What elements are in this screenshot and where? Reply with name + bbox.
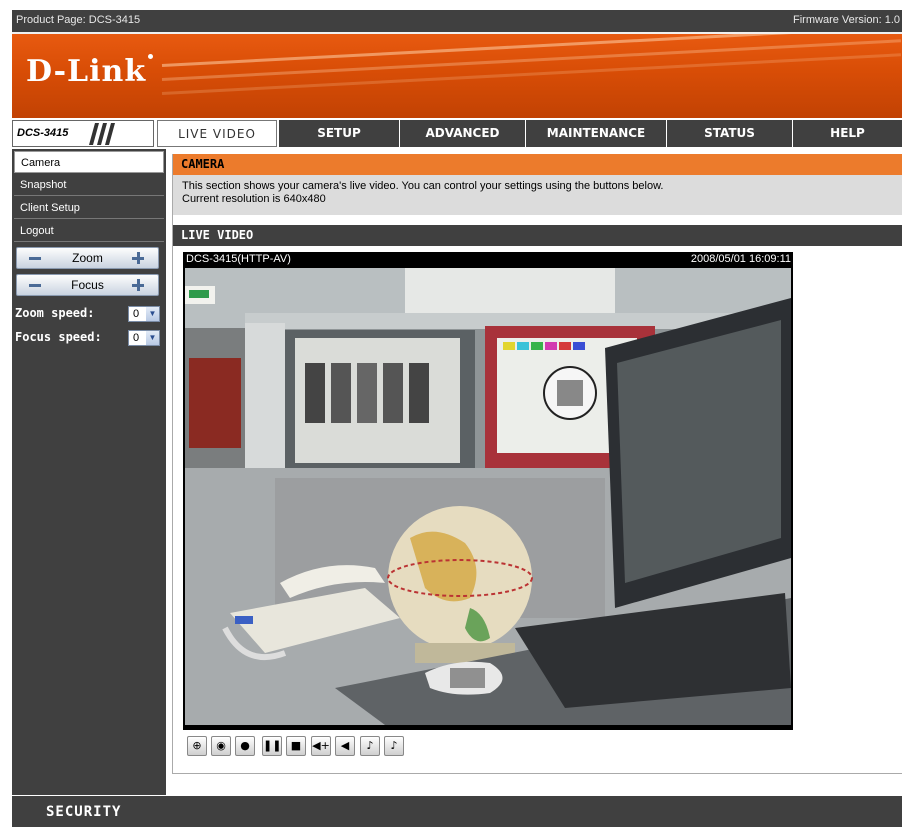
model-badge: DCS-3415	[12, 120, 154, 147]
live-video-title: LIVE VIDEO	[173, 225, 902, 246]
zoom-control: Zoom	[16, 247, 159, 269]
section-description: This section shows your camera's live vi…	[173, 175, 902, 215]
record-icon[interactable]: ●	[235, 736, 255, 756]
model-name: DCS-3415	[17, 127, 69, 139]
live-video-panel: DCS-3415(HTTP-AV) 2008/05/01 16:09:11	[183, 252, 793, 730]
tab-maintenance[interactable]: MAINTENANCE	[525, 120, 666, 147]
camera-scene-image	[185, 268, 791, 725]
video-source-label: DCS-3415(HTTP-AV)	[186, 253, 291, 265]
zoom-speed-select[interactable]: 0 ▼	[128, 306, 160, 322]
sidebar-item-snapshot[interactable]: Snapshot	[14, 174, 164, 196]
slash-bars-icon	[89, 123, 115, 145]
volume-up-icon[interactable]: ◀+	[311, 736, 331, 756]
tab-live-video[interactable]: LIVE VIDEO	[157, 120, 277, 147]
security-label: SECURITY	[46, 804, 122, 820]
description-text: This section shows your camera's live vi…	[182, 180, 664, 192]
tab-help[interactable]: HELP	[792, 120, 902, 147]
tab-advanced[interactable]: ADVANCED	[399, 120, 525, 147]
snapshot-icon[interactable]: ◉	[211, 736, 231, 756]
microphone-icon[interactable]: ♪	[360, 736, 380, 756]
focus-speed-select[interactable]: 0 ▼	[128, 330, 160, 346]
zoom-in-icon[interactable]: ⊕	[187, 736, 207, 756]
sidebar-item-logout[interactable]: Logout	[14, 220, 164, 242]
camera-section-title: CAMERA	[173, 154, 902, 175]
sidebar-item-camera[interactable]: Camera	[14, 151, 164, 173]
video-stream[interactable]	[185, 268, 791, 725]
zoom-speed-label: Zoom speed:	[15, 306, 95, 320]
focus-control: Focus	[16, 274, 159, 296]
top-info-bar: Product Page: DCS-3415 Firmware Version:…	[12, 10, 902, 32]
firmware-version-label: Firmware Version: 1.0	[793, 14, 900, 26]
video-info-bar: DCS-3415(HTTP-AV) 2008/05/01 16:09:11	[183, 252, 793, 267]
resolution-text: Current resolution is 640x480	[182, 193, 326, 205]
pause-icon[interactable]: ❚❚	[262, 736, 282, 756]
main-content: CAMERA This section shows your camera's …	[172, 154, 902, 774]
footer-bar: SECURITY	[12, 796, 902, 827]
volume-down-icon[interactable]: ◀	[335, 736, 355, 756]
stop-icon[interactable]: ■	[286, 736, 306, 756]
brand-banner: D-Link	[12, 32, 902, 118]
zoom-in-icon[interactable]	[132, 252, 144, 264]
sidebar: Camera Snapshot Client Setup Logout Zoom…	[12, 149, 166, 795]
tab-setup[interactable]: SETUP	[278, 120, 399, 147]
product-page-label: Product Page: DCS-3415	[16, 14, 141, 26]
tab-status[interactable]: STATUS	[666, 120, 792, 147]
main-navigation: DCS-3415 LIVE VIDEO SETUP ADVANCED MAINT…	[12, 120, 902, 147]
chevron-down-icon: ▼	[146, 331, 159, 345]
video-timestamp: 2008/05/01 16:09:11	[690, 253, 791, 265]
microphone-off-icon[interactable]: ♪	[384, 736, 404, 756]
dlink-logo[interactable]: D-Link	[26, 54, 154, 89]
focus-speed-label: Focus speed:	[15, 330, 102, 344]
focus-far-icon[interactable]	[132, 279, 144, 291]
chevron-down-icon: ▼	[146, 307, 159, 321]
sidebar-item-client-setup[interactable]: Client Setup	[14, 197, 164, 219]
